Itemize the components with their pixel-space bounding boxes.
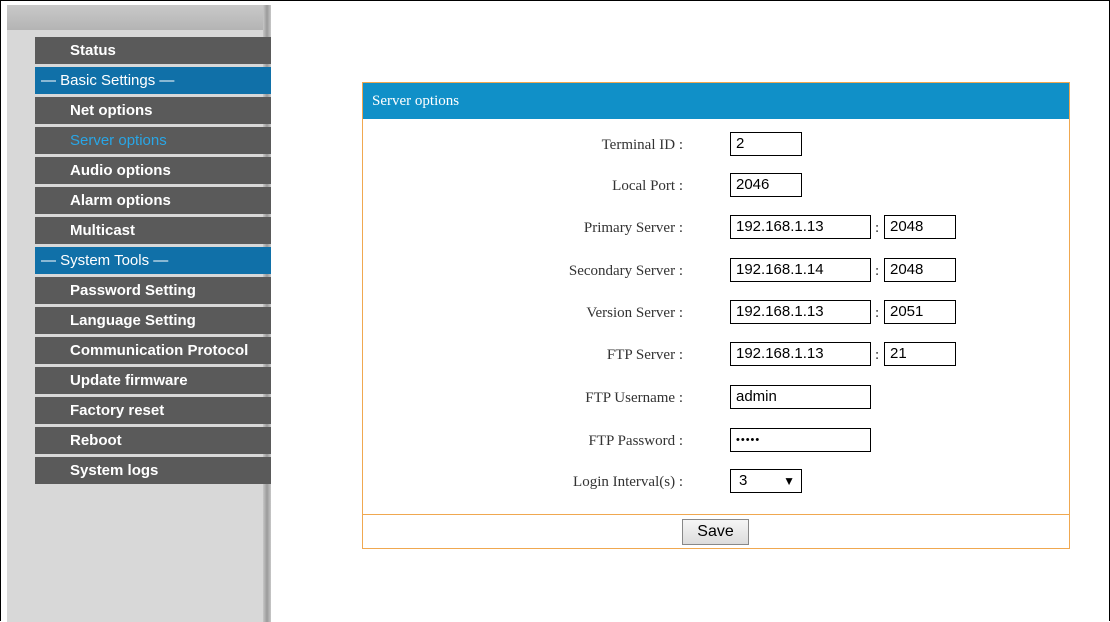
port-separator: : [875,220,880,236]
sidebar-item-reboot[interactable]: Reboot [35,427,271,454]
terminal-id-label: Terminal ID : [601,137,683,153]
ftp-server-label: FTP Server : [606,347,683,363]
ftp-password-row: FTP Password : ••••• [363,428,1069,454]
local-port-row: Local Port : 2046 [363,173,1069,199]
local-port-input[interactable]: 2046 [730,173,802,197]
port-separator: : [875,305,880,321]
terminal-id-row: Terminal ID : 2 [363,132,1069,158]
sidebar-item-password-setting[interactable]: Password Setting [35,277,271,304]
port-separator: : [875,347,880,363]
ftp-username-row: FTP Username : admin [363,385,1069,411]
primary-server-port-input[interactable]: 2048 [884,215,956,239]
sidebar-item-system-logs[interactable]: System logs [35,457,271,484]
sidebar-item-audio-options[interactable]: Audio options [35,157,271,184]
sidebar-menu: Status — Basic Settings — Net options Se… [35,37,271,487]
panel-title: Server options [363,83,1069,119]
section-system-tools: — System Tools — [35,247,271,274]
login-interval-row: Login Interval(s) : 3 ▼ [363,469,1069,495]
sidebar-item-language-setting[interactable]: Language Setting [35,307,271,334]
sidebar-item-net-options[interactable]: Net options [35,97,271,124]
secondary-server-port-input[interactable]: 2048 [884,258,956,282]
secondary-server-row: Secondary Server : 192.168.1.14 : 2048 [363,258,1069,284]
port-separator: : [875,263,880,279]
sidebar-item-multicast[interactable]: Multicast [35,217,271,244]
sidebar-item-communication-protocol[interactable]: Communication Protocol [35,337,271,364]
sidebar-item-alarm-options[interactable]: Alarm options [35,187,271,214]
secondary-server-host-input[interactable]: 192.168.1.14 [730,258,871,282]
version-server-host-input[interactable]: 192.168.1.13 [730,300,871,324]
local-port-label: Local Port : [612,178,683,194]
primary-server-row: Primary Server : 192.168.1.13 : 2048 [363,215,1069,241]
version-server-label: Version Server : [586,305,683,321]
ftp-username-input[interactable]: admin [730,385,871,409]
secondary-server-label: Secondary Server : [568,263,683,279]
login-interval-label: Login Interval(s) : [573,474,683,490]
version-server-port-input[interactable]: 2051 [884,300,956,324]
panel-footer: Save [363,514,1069,549]
sidebar-item-server-options[interactable]: Server options [35,127,271,154]
version-server-row: Version Server : 192.168.1.13 : 2051 [363,300,1069,326]
sidebar: Status — Basic Settings — Net options Se… [7,5,271,622]
sidebar-header-bar [7,5,267,30]
primary-server-label: Primary Server : [583,220,683,236]
terminal-id-input[interactable]: 2 [730,132,802,156]
save-button[interactable]: Save [682,519,749,545]
ftp-server-row: FTP Server : 192.168.1.13 : 21 [363,342,1069,368]
ftp-server-port-input[interactable]: 21 [884,342,956,366]
login-interval-value: 3 [739,472,748,489]
ftp-server-host-input[interactable]: 192.168.1.13 [730,342,871,366]
section-basic-settings: — Basic Settings — [35,67,271,94]
primary-server-host-input[interactable]: 192.168.1.13 [730,215,871,239]
login-interval-select[interactable]: 3 ▼ [730,469,802,493]
ftp-username-label: FTP Username : [585,390,683,406]
sidebar-item-status[interactable]: Status [35,37,271,64]
sidebar-item-factory-reset[interactable]: Factory reset [35,397,271,424]
ftp-password-input[interactable]: ••••• [730,428,871,452]
server-options-panel: Server options Terminal ID : 2 Local Por… [362,82,1070,549]
triangle-down-icon: ▼ [783,474,795,488]
sidebar-item-update-firmware[interactable]: Update firmware [35,367,271,394]
ftp-password-label: FTP Password : [588,433,683,449]
